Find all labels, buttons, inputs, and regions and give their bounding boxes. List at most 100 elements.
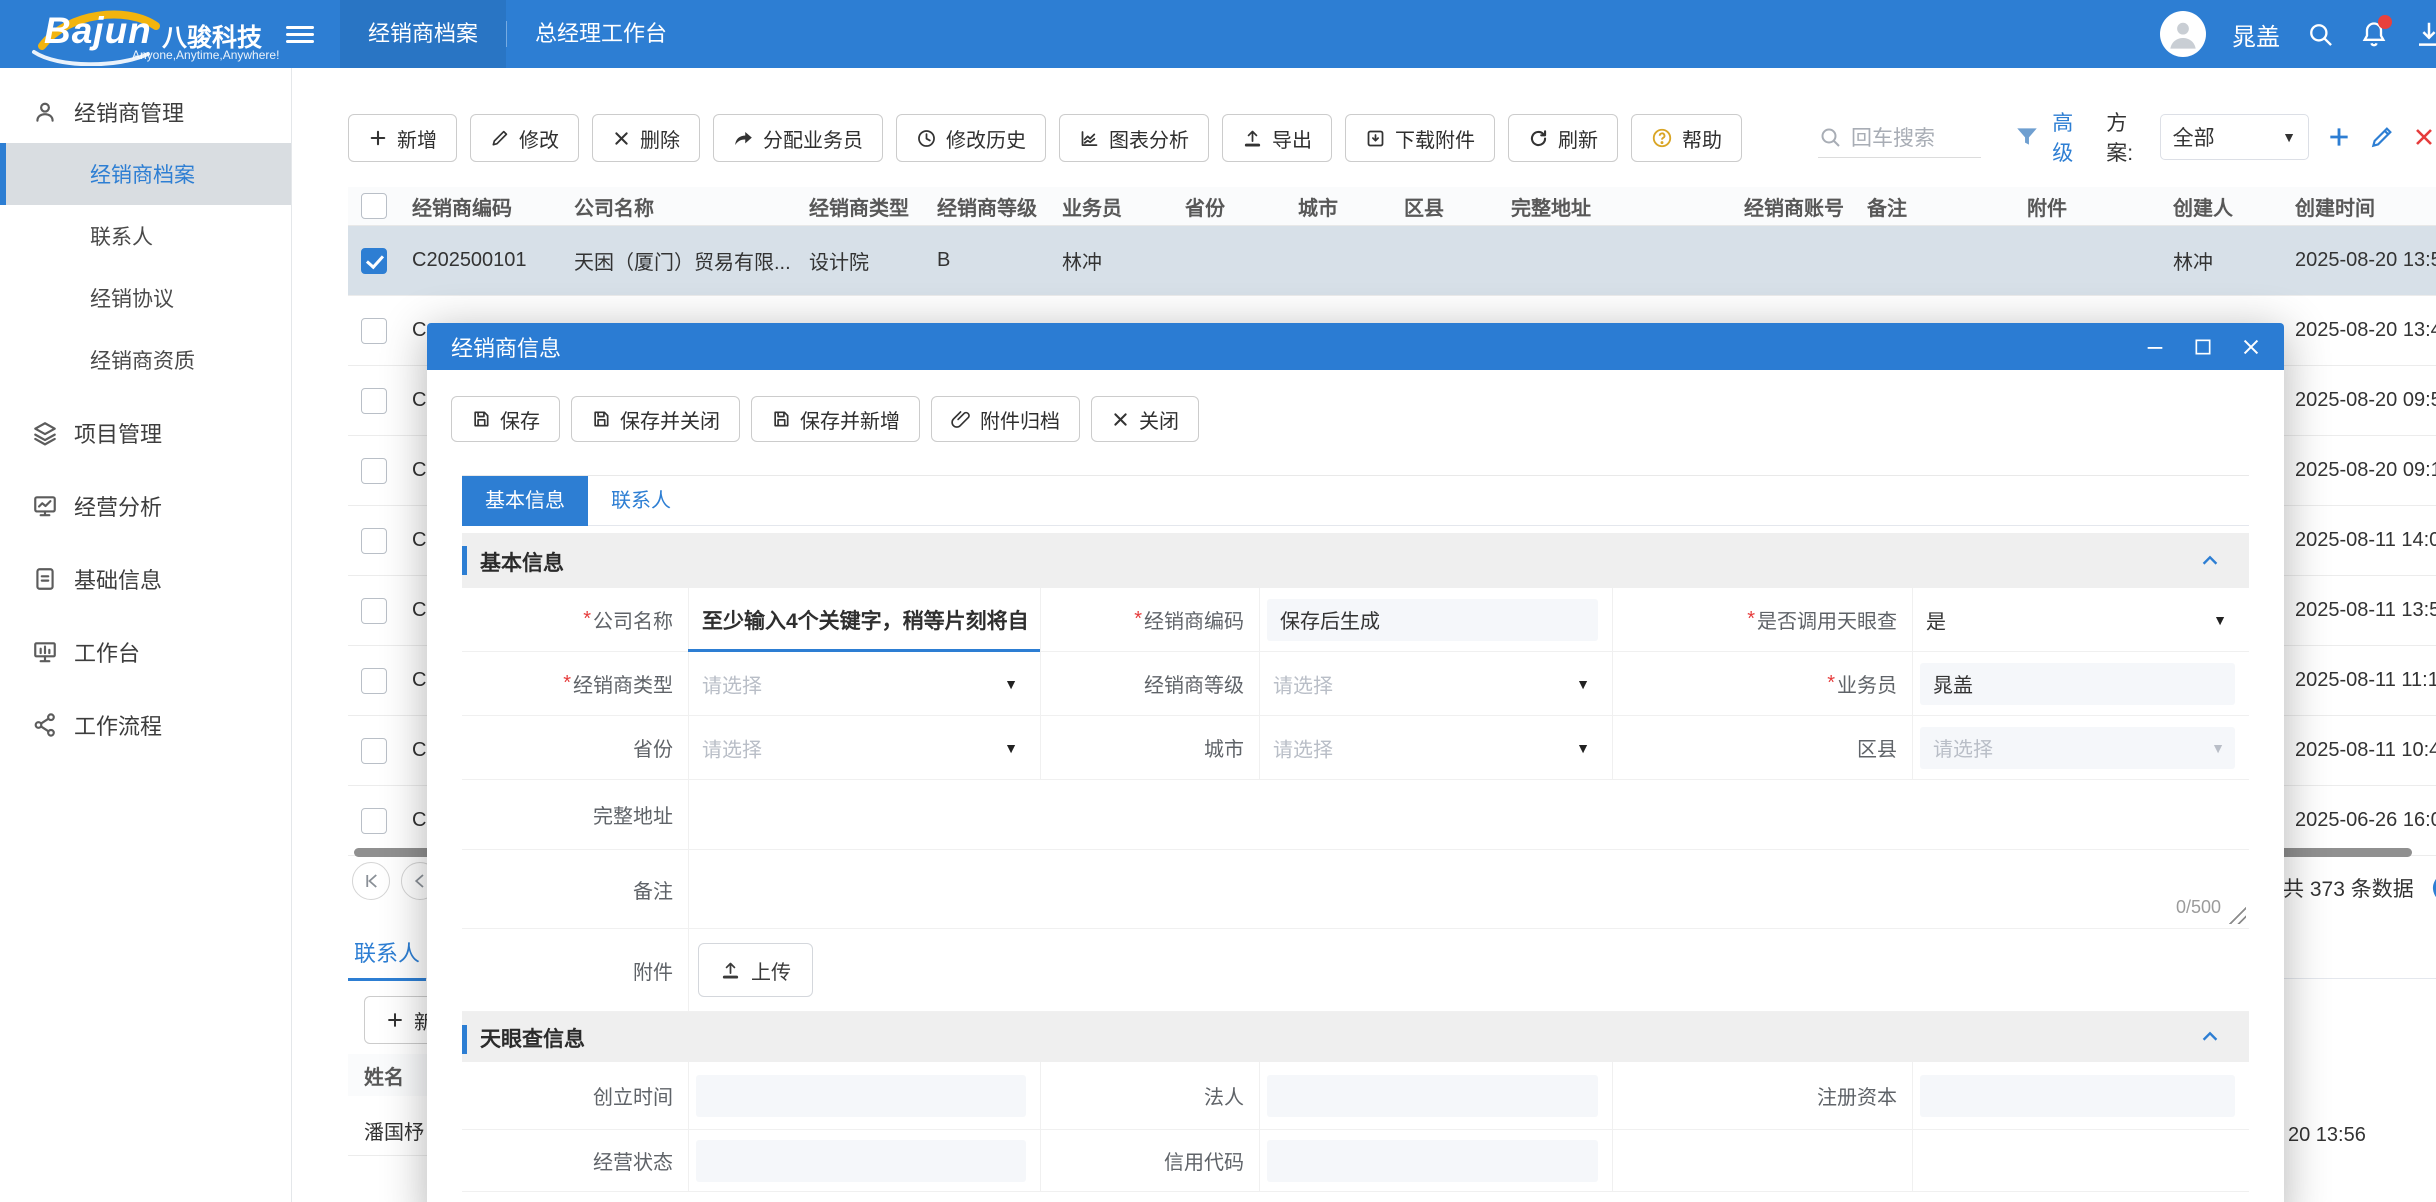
sidebar-subitem-联系人[interactable]: 联系人 — [0, 205, 291, 267]
toolbar-button-刷新[interactable]: 刷新 — [1508, 114, 1618, 162]
edit-scheme-icon[interactable] — [2369, 124, 2395, 150]
toolbar-button-下载附件[interactable]: 下载附件 — [1345, 114, 1495, 162]
filter-funnel-icon[interactable] — [2014, 124, 2040, 150]
download-icon — [1365, 128, 1386, 149]
upload-button[interactable]: 上传 — [698, 943, 813, 997]
sidebar-item-label: 工作流程 — [74, 709, 162, 741]
toolbar-button-新增[interactable]: 新增 — [348, 114, 457, 162]
nav-tab-0[interactable]: 经销商档案 — [340, 0, 506, 68]
search-icon[interactable] — [2306, 20, 2334, 48]
field-control-区县[interactable]: 请选择▼ — [1912, 716, 2249, 779]
modal-button-保存并关闭[interactable]: 保存并关闭 — [571, 396, 740, 442]
user-name[interactable]: 晁盖 — [2232, 17, 2280, 52]
collapse-chevron-up-icon[interactable] — [2199, 1026, 2221, 1048]
modal-button-保存[interactable]: 保存 — [451, 396, 560, 442]
row-checkbox[interactable] — [361, 808, 387, 834]
field-control-完整地址[interactable] — [688, 780, 2249, 849]
scheme-select[interactable]: 全部 ▼ — [2160, 114, 2309, 160]
search-input[interactable]: 回车搜索 — [1818, 117, 1981, 158]
modal-button-附件归档[interactable]: 附件归档 — [931, 396, 1080, 442]
modal-tab-联系人[interactable]: 联系人 — [588, 476, 694, 526]
modal-tab-基本信息[interactable]: 基本信息 — [462, 476, 588, 526]
sidebar-item-经营分析[interactable]: 经营分析 — [0, 475, 291, 537]
sidebar-subitem-经销商资质[interactable]: 经销商资质 — [0, 329, 291, 391]
toolbar-button-图表分析[interactable]: 图表分析 — [1059, 114, 1209, 162]
field-control-经销商编码[interactable]: 保存后生成 — [1259, 588, 1612, 651]
toolbar-button-分配业务员[interactable]: 分配业务员 — [713, 114, 883, 162]
row-checkbox[interactable] — [361, 458, 387, 484]
toolbar-button-删除[interactable]: 删除 — [592, 114, 700, 162]
refresh-list-icon[interactable] — [2428, 868, 2436, 908]
clear-scheme-icon[interactable] — [2412, 125, 2436, 149]
first-page-button[interactable] — [352, 862, 390, 900]
sidebar-item-工作台[interactable]: 工作台 — [0, 621, 291, 683]
sidebar-subitem-经销协议[interactable]: 经销协议 — [0, 267, 291, 329]
plus-icon — [385, 1010, 405, 1030]
row-checkbox[interactable] — [361, 598, 387, 624]
advanced-search-link[interactable]: 高级 — [2052, 107, 2090, 167]
row-checkbox-cell — [348, 248, 400, 274]
scheme-label: 方案: — [2106, 107, 2149, 167]
logout-icon[interactable] — [2414, 19, 2436, 49]
field-control-业务员[interactable]: 晁盖 — [1912, 652, 2249, 715]
notifications-bell-icon[interactable] — [2360, 20, 2388, 48]
toolbar-button-导出[interactable]: 导出 — [1222, 114, 1332, 162]
field-control-信用代码[interactable] — [1259, 1130, 1612, 1191]
modal-titlebar[interactable]: 经销商信息 — [427, 323, 2284, 370]
row-checkbox[interactable] — [361, 388, 387, 414]
table-row-selected[interactable]: C202500101天困（厦门）贸易有限...设计院B林冲林冲2025-08-2… — [348, 226, 2436, 296]
field-control-是否调用天眼查[interactable]: 是▼ — [1912, 588, 2249, 651]
menu-toggle-icon[interactable] — [286, 22, 314, 46]
field-control-备注[interactable]: 0/500 — [688, 850, 2249, 928]
field-label-text: 法人 — [1204, 1081, 1244, 1110]
resize-handle-icon[interactable] — [2226, 904, 2246, 924]
field-control-法人[interactable] — [1259, 1062, 1612, 1129]
row-cell: C202500101 — [400, 249, 562, 272]
row-checkbox[interactable] — [361, 668, 387, 694]
sidebar-subitem-经销商档案[interactable]: 经销商档案 — [0, 143, 291, 205]
field-control-创立时间[interactable] — [688, 1062, 1040, 1129]
row-checkbox[interactable] — [361, 528, 387, 554]
row-checkbox[interactable] — [361, 738, 387, 764]
select-placeholder: 请选择 — [1933, 733, 1993, 762]
modal-button-关闭[interactable]: 关闭 — [1091, 396, 1199, 442]
modal-button-保存并新增[interactable]: 保存并新增 — [751, 396, 920, 442]
toolbar-button-修改历史[interactable]: 修改历史 — [896, 114, 1046, 162]
field-control-公司名称[interactable]: 至少输入4个关键字，稍等片刻将自 — [688, 588, 1040, 651]
field-control-城市[interactable]: 请选择▼ — [1259, 716, 1612, 779]
company-name-input[interactable]: 至少输入4个关键字，稍等片刻将自 — [702, 605, 1029, 635]
refresh-icon — [1528, 128, 1549, 149]
chart-monitor-icon — [32, 493, 58, 519]
row-checkbox[interactable] — [361, 318, 387, 344]
add-scheme-icon[interactable] — [2326, 124, 2352, 150]
field-control-经营状态[interactable] — [688, 1130, 1040, 1191]
app-logo[interactable]: Bajun 八骏科技 Anyone,Anytime,Anywhere! — [34, 4, 264, 64]
toolbar-button-修改[interactable]: 修改 — [470, 114, 579, 162]
row-cell: 2025-08-11 11:1 — [2283, 669, 2436, 692]
close-icon[interactable] — [2240, 336, 2262, 358]
collapse-chevron-up-icon[interactable] — [2199, 550, 2221, 572]
chevron-down-icon: ▼ — [1576, 676, 1590, 692]
user-avatar[interactable] — [2160, 11, 2206, 57]
field-control-附件[interactable]: 上传 — [688, 929, 2249, 1011]
field-label-经销商等级: 经销商等级 — [1040, 652, 1259, 715]
row-checkbox-checked[interactable] — [361, 248, 387, 274]
field-control-省份[interactable]: 请选择▼ — [688, 716, 1040, 779]
maximize-icon[interactable] — [2193, 337, 2213, 357]
field-label-经销商类型: 经销商类型 — [462, 652, 688, 715]
sidebar-item-工作流程[interactable]: 工作流程 — [0, 694, 291, 756]
sidebar-item-经销商管理[interactable]: 经销商管理 — [0, 81, 291, 143]
tab-contacts[interactable]: 联系人 — [348, 936, 426, 981]
field-control-经销商等级[interactable]: 请选择▼ — [1259, 652, 1612, 715]
sidebar-item-项目管理[interactable]: 项目管理 — [0, 402, 291, 464]
select-all-checkbox[interactable] — [361, 193, 387, 219]
toolbar-button-帮助[interactable]: 帮助 — [1631, 114, 1742, 162]
nav-tab-1[interactable]: 总经理工作台 — [507, 0, 695, 68]
field-control-经销商类型[interactable]: 请选择▼ — [688, 652, 1040, 715]
column-header-完整地址: 完整地址 — [1499, 192, 1732, 221]
minimize-icon[interactable] — [2144, 336, 2166, 358]
field-control-注册资本[interactable] — [1912, 1062, 2249, 1129]
field-label-text: 城市 — [1204, 733, 1244, 762]
row-cell: 2025-08-20 09:5 — [2283, 389, 2436, 412]
sidebar-item-基础信息[interactable]: 基础信息 — [0, 548, 291, 610]
